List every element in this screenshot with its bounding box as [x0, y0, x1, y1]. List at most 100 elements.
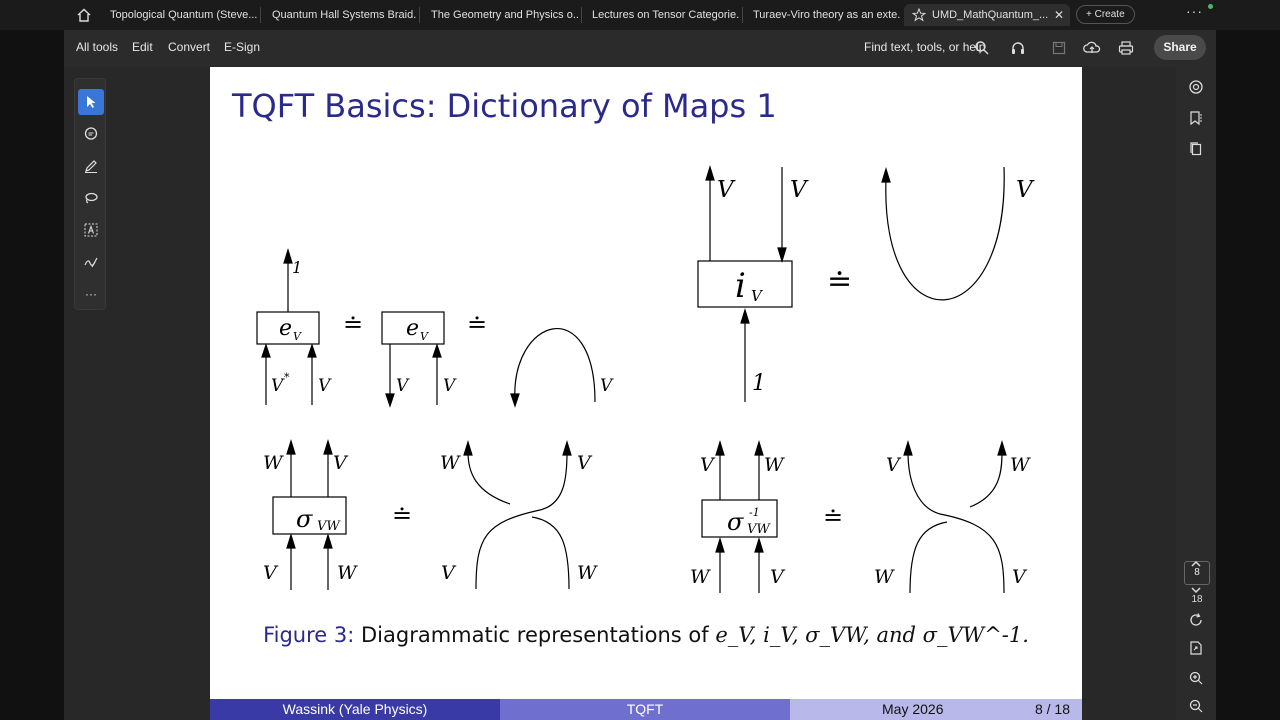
- create-button[interactable]: + Create: [1076, 5, 1135, 24]
- cup-arrowhead: [881, 166, 891, 183]
- print-icon[interactable]: [1116, 38, 1136, 58]
- tab-topological-quantum[interactable]: Topological Quantum (Steve...: [100, 4, 258, 26]
- tab-tensor-categories[interactable]: Lectures on Tensor Categorie...: [582, 4, 740, 26]
- search-icon[interactable]: [972, 38, 992, 58]
- braid-inv-bottom-right-label: V: [1012, 566, 1028, 588]
- ev-alt-box-symbol: e: [406, 316, 419, 341]
- braid-inv-over-arrowhead: [903, 439, 913, 456]
- more-icon[interactable]: ···: [78, 281, 104, 307]
- caption-math: e_V, i_V, σ_VW, and σ_VW^-1.: [715, 623, 1029, 647]
- zoom-in-icon[interactable]: [1186, 668, 1206, 688]
- braid-inv-under-strand-upper: [969, 451, 1003, 508]
- braid-top-right-label: V: [577, 452, 593, 474]
- slide-page: TQFT Basics: Dictionary of Maps 1 1 e V …: [210, 67, 1082, 720]
- sign-icon[interactable]: [78, 249, 104, 275]
- ai-assistant-icon[interactable]: [1186, 77, 1206, 97]
- braid-over-strand: [475, 451, 568, 590]
- sigma-bottom-left-label: V: [263, 562, 279, 584]
- cursor-icon[interactable]: [78, 89, 104, 115]
- right-panel: 8 18: [1176, 66, 1216, 720]
- ev-left-label-star: *: [284, 371, 290, 384]
- caption-text: Diagrammatic representations of: [361, 623, 709, 647]
- esign-menu[interactable]: E-Sign: [224, 40, 260, 54]
- tab-label: Quantum Hall Systems Braid...: [272, 9, 417, 21]
- tab-geometry-physics[interactable]: The Geometry and Physics o...: [421, 4, 579, 26]
- coevaluation-cup: [885, 166, 1005, 301]
- braid-under-arrowhead: [463, 439, 473, 456]
- braid-bottom-right-label: W: [577, 562, 598, 584]
- ev-box-symbol: e: [279, 316, 292, 341]
- zoom-out-icon[interactable]: [1186, 696, 1206, 716]
- bookmark-icon[interactable]: [1186, 108, 1206, 128]
- iv-box-subscript: V: [751, 287, 764, 305]
- ev-left-label: V: [271, 376, 285, 396]
- tab-label: Lectures on Tensor Categorie...: [592, 9, 740, 21]
- tab-divider: [260, 7, 261, 23]
- text-box-icon[interactable]: [78, 217, 104, 243]
- more-menu-icon[interactable]: ···: [1186, 3, 1203, 19]
- slide-footer: Wassink (Yale Physics) TQFT May 2026 8 /…: [210, 699, 1082, 720]
- chevron-down-icon[interactable]: [1186, 580, 1206, 600]
- all-tools-menu[interactable]: All tools: [76, 40, 118, 54]
- sigma-inv-box-subscript: VW: [747, 522, 771, 537]
- tab-umd-mathquantum[interactable]: UMD_MathQuantum_... ✕: [904, 4, 1070, 26]
- ev-right-arrowhead: [307, 343, 317, 358]
- footer-right: May 2026 8 / 18: [790, 699, 1082, 720]
- ev-output-arrowhead: [283, 247, 293, 264]
- lasso-icon[interactable]: [78, 185, 104, 211]
- read-aloud-icon[interactable]: [1008, 38, 1028, 58]
- iv-input-label: 1: [752, 371, 766, 396]
- right-margin: [1216, 30, 1280, 720]
- find-label[interactable]: Find text, tools, or help: [864, 40, 985, 54]
- edit-menu[interactable]: Edit: [132, 40, 153, 54]
- convert-menu[interactable]: Convert: [168, 40, 210, 54]
- ev-alt-box-subscript: V: [420, 330, 429, 343]
- star-icon[interactable]: [911, 4, 927, 26]
- braid-inv-over-strand: [907, 451, 1005, 594]
- iv-top-left-label: V: [717, 177, 736, 203]
- pen-icon[interactable]: [78, 153, 104, 179]
- equals-5: ≐: [823, 503, 843, 531]
- iv-input-arrowhead: [740, 307, 750, 324]
- chevron-up-icon[interactable]: [1186, 554, 1206, 574]
- braid-over-arrowhead: [562, 439, 572, 456]
- close-tab-button[interactable]: ✕: [1054, 4, 1064, 26]
- upload-icon[interactable]: [1082, 38, 1102, 58]
- sigma-box-symbol: σ: [296, 505, 313, 533]
- refresh-icon[interactable]: [1186, 610, 1206, 630]
- string-diagrams: 1 e V V * V ≐ e V V V ≐ V V V i V 1 ≐ V …: [256, 164, 1035, 594]
- cap-arrowhead: [510, 393, 520, 408]
- tab-divider: [419, 7, 420, 23]
- pages-icon[interactable]: [1186, 139, 1206, 159]
- tab-label: Turaev-Viro theory as an exte...: [753, 9, 901, 21]
- braid-under-strand-upper: [467, 451, 511, 505]
- export-icon[interactable]: [1186, 638, 1206, 658]
- home-icon[interactable]: [72, 4, 96, 26]
- tab-label: The Geometry and Physics o...: [431, 9, 579, 21]
- tab-bar: Topological Quantum (Steve... Quantum Ha…: [0, 0, 1280, 30]
- ev-alt-left-arrowhead: [385, 393, 395, 408]
- sigma-top-left-label: W: [263, 452, 284, 474]
- footer-author: Wassink (Yale Physics): [210, 699, 500, 720]
- comment-icon[interactable]: [78, 121, 104, 147]
- sigma-inv-box-superscript: -1: [749, 506, 760, 519]
- braid-inv-under-arrowhead: [997, 439, 1007, 456]
- ev-box-subscript: V: [293, 330, 302, 343]
- iv-left-arrowhead: [705, 164, 715, 181]
- tab-label: UMD_MathQuantum_...: [932, 9, 1049, 21]
- iv-right-arrowhead: [777, 247, 787, 264]
- sigma-top-right-label: V: [333, 452, 349, 474]
- tab-quantum-hall[interactable]: Quantum Hall Systems Braid...: [262, 4, 417, 26]
- equals-4: ≐: [392, 501, 412, 529]
- sigma-inv-bottom-right-label: V: [770, 566, 786, 588]
- ev-left-arrowhead: [261, 343, 271, 358]
- share-button[interactable]: Share: [1154, 35, 1206, 60]
- evaluation-cap: [514, 327, 596, 403]
- braid-inv-bottom-left-label: W: [874, 566, 895, 588]
- sigma-bottom-right-label: W: [337, 562, 358, 584]
- braid-top-left-label: W: [440, 452, 461, 474]
- braid-bottom-left-label: V: [441, 562, 457, 584]
- braid-under-strand-lower: [531, 516, 570, 590]
- save-icon[interactable]: [1049, 38, 1069, 58]
- tab-turaev-viro[interactable]: Turaev-Viro theory as an exte...: [743, 4, 901, 26]
